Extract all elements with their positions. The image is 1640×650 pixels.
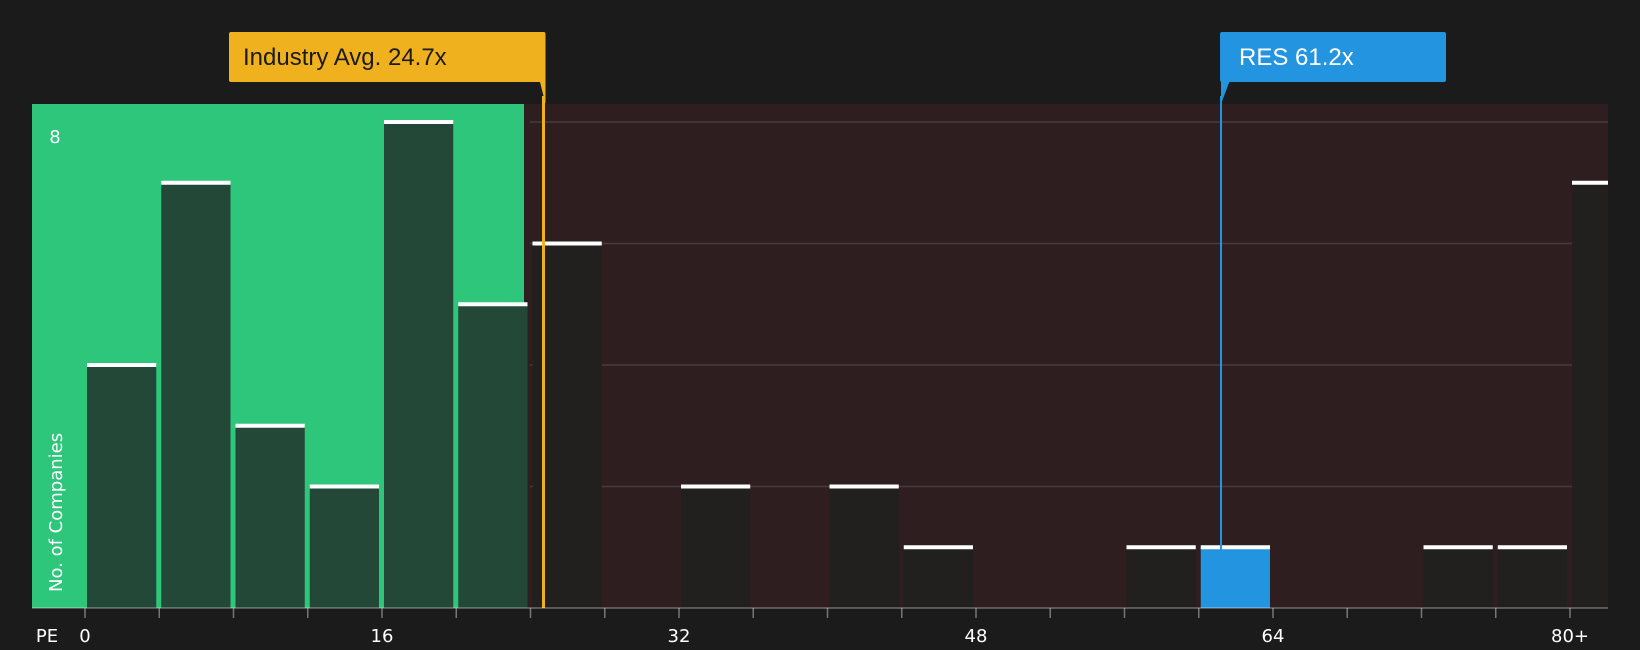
x-tick-label: 48 <box>965 626 988 647</box>
pe-distribution-chart: Industry Avg. 24.7x RES 61.2x 0 16 32 48 64 80… <box>32 32 1608 647</box>
x-tick-label: 16 <box>371 626 394 647</box>
x-axis: 0 16 32 48 64 80+ PE <box>32 607 1608 647</box>
histogram-bar <box>1200 547 1270 608</box>
histogram-bar <box>384 122 454 608</box>
y-axis-title: No. of Companies <box>46 433 67 592</box>
histogram-bar <box>903 547 973 608</box>
histogram-bar <box>1126 547 1196 608</box>
company-pe-label: RES 61.2x <box>1239 44 1354 71</box>
bar-top-cap <box>161 180 231 185</box>
histogram-bar <box>681 486 751 608</box>
bar-top-cap <box>235 423 305 428</box>
histogram-bar <box>1423 547 1493 608</box>
histogram-bar <box>1572 182 1608 608</box>
histogram-bar <box>829 486 899 608</box>
bar-top-cap <box>1200 545 1270 550</box>
bar-top-cap <box>309 484 379 489</box>
industry-average-label: Industry Avg. 24.7x <box>243 44 447 71</box>
bar-top-cap <box>1572 180 1608 185</box>
x-tick-label: 0 <box>79 626 90 647</box>
bar-top-cap <box>87 363 157 367</box>
bar-top-cap <box>1423 545 1493 550</box>
histogram-bar <box>458 304 528 608</box>
bar-top-cap <box>1126 545 1196 550</box>
bar-top-cap <box>1497 545 1567 550</box>
histogram-bar <box>309 486 379 608</box>
y-tick-label: 8 <box>49 127 60 148</box>
bar-top-cap <box>458 302 528 307</box>
x-tick-label: 32 <box>668 626 691 647</box>
x-tick-label: 80+ <box>1551 626 1589 647</box>
histogram-bar <box>1497 547 1567 608</box>
x-tick-label: 64 <box>1262 626 1285 647</box>
bar-top-cap <box>384 120 454 124</box>
histogram-bar <box>87 365 157 608</box>
bar-top-cap <box>903 545 973 550</box>
x-axis-title: PE <box>36 626 58 647</box>
histogram-bar <box>161 182 231 608</box>
histogram-bar <box>235 425 305 608</box>
bar-top-cap <box>829 484 899 489</box>
bar-top-cap <box>681 484 751 489</box>
